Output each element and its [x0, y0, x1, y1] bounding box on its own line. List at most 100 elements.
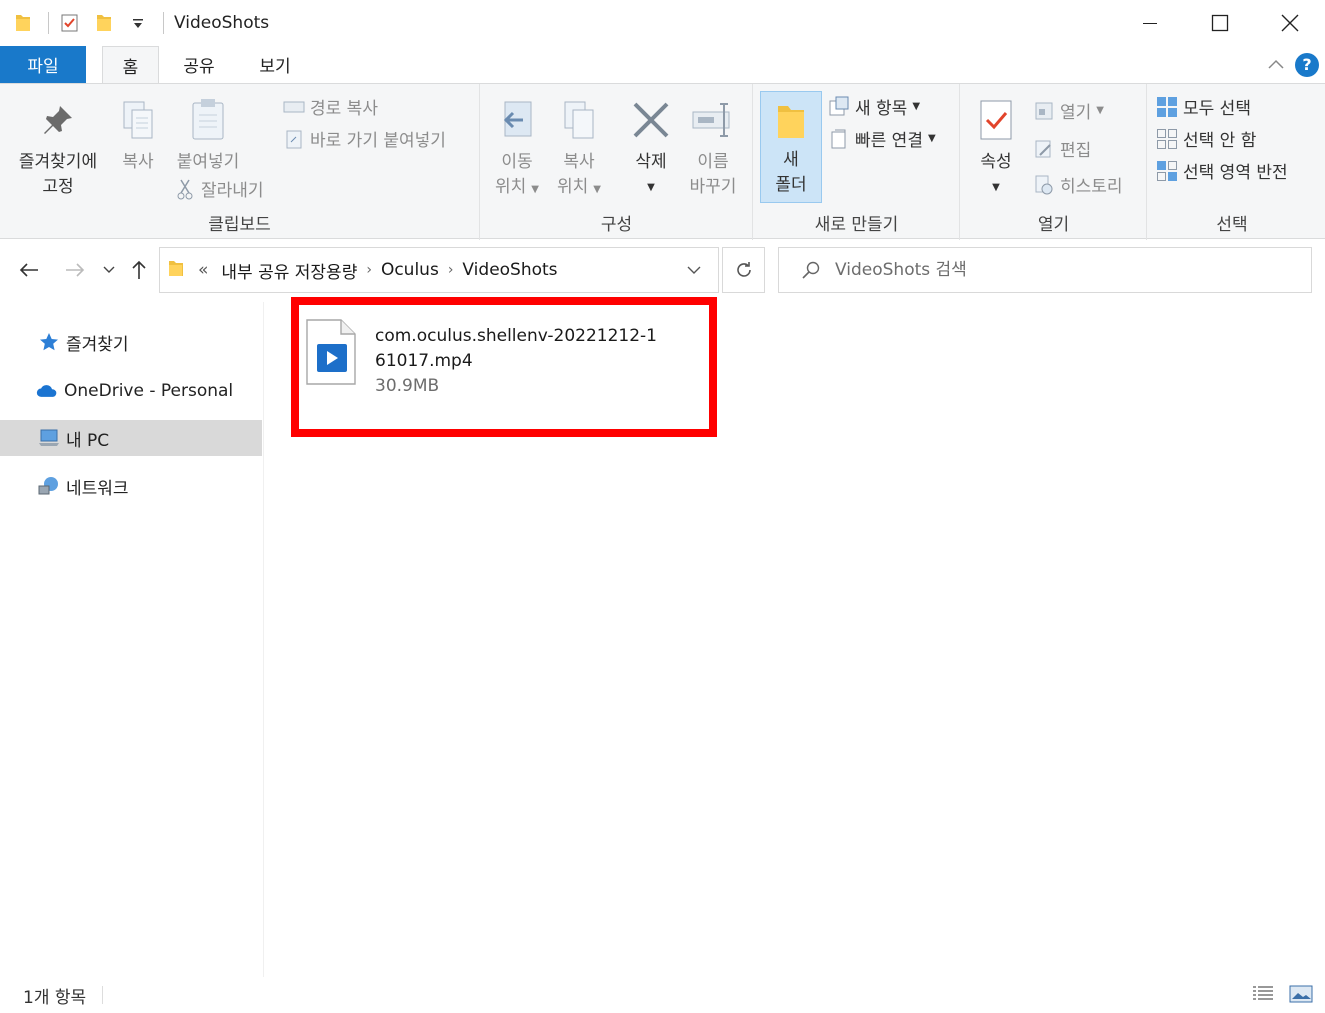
clipboard-group: 즐겨찾기에 고정 복사 붙여넣기 경로 복사 바로 가기 붙여넣기 잘라내기 클… [0, 84, 480, 240]
ribbon: 즐겨찾기에 고정 복사 붙여넣기 경로 복사 바로 가기 붙여넣기 잘라내기 클… [0, 83, 1325, 240]
tab-file[interactable]: 파일 [0, 46, 86, 83]
divider [102, 986, 104, 1004]
paste-shortcut-button[interactable]: 바로 가기 붙여넣기 [283, 126, 446, 151]
delete-label: 삭제 [635, 152, 667, 172]
organize-group-label: 구성 [600, 215, 633, 235]
copy-button[interactable]: 복사 [112, 96, 164, 175]
cut-label: 잘라내기 [201, 181, 264, 201]
easy-access-button[interactable]: 빠른 연결 ▼ [828, 126, 936, 151]
move-to-icon [493, 96, 541, 144]
invert-selection-icon [1156, 160, 1178, 182]
chevron-down-icon [687, 266, 701, 274]
large-icons-view-icon[interactable] [1289, 983, 1313, 1005]
paste-shortcut-label: 바로 가기 붙여넣기 [310, 131, 446, 151]
pin-to-quick-access-button[interactable]: 즐겨찾기에 고정 [10, 96, 106, 200]
properties-label: 속성 [980, 152, 1012, 172]
pin-label-line1: 즐겨찾기에 [18, 152, 98, 172]
breadcrumb-oculus[interactable]: Oculus [381, 260, 439, 280]
item-count: 1개 항목 [23, 987, 87, 1008]
sidebar-item-quick-access[interactable]: 즐겨찾기 [0, 324, 262, 360]
dropdown-arrow-icon: ▼ [927, 133, 936, 144]
copy-path-icon [283, 96, 305, 118]
recent-locations-button[interactable] [96, 252, 122, 288]
sidebar-item-this-pc[interactable]: 내 PC [0, 420, 262, 456]
new-folder-label-line1: 새 [783, 150, 799, 170]
sidebar-item-label: 즐겨찾기 [66, 334, 129, 355]
easy-access-icon [828, 128, 850, 150]
sidebar-item-label: 네트워크 [66, 478, 129, 499]
tab-view[interactable]: 보기 [237, 46, 313, 83]
properties-button[interactable]: 속성 ▼ [967, 96, 1025, 200]
sidebar-item-onedrive[interactable]: OneDrive - Personal [0, 373, 262, 409]
title-bar: VideoShots [0, 0, 1325, 46]
open-group-label: 열기 [1037, 215, 1070, 235]
move-to-button[interactable]: 이동 위치 ▼ [489, 96, 545, 202]
search-input[interactable] [835, 260, 1285, 280]
computer-icon [38, 427, 60, 449]
search-box[interactable] [778, 247, 1312, 293]
customize-dropdown-icon[interactable] [127, 12, 149, 34]
open-button[interactable]: 열기 ▼ [1033, 98, 1104, 123]
rename-label-line1: 이름 [697, 152, 729, 172]
refresh-button[interactable] [722, 247, 765, 293]
invert-selection-label: 선택 영역 반전 [1183, 163, 1288, 183]
invert-selection-button[interactable]: 선택 영역 반전 [1156, 158, 1288, 183]
tab-share[interactable]: 공유 [161, 46, 237, 83]
rename-label-line2: 바꾸기 [689, 177, 737, 197]
maximize-button[interactable] [1185, 0, 1255, 46]
up-button[interactable] [124, 252, 154, 288]
folder-icon [12, 12, 34, 34]
new-folder-icon [761, 92, 821, 148]
new-folder-button[interactable]: 새 폴더 [760, 91, 822, 203]
select-group: 모두 선택 선택 안 함 선택 영역 반전 선택 [1148, 84, 1316, 240]
new-item-label: 새 항목 [855, 99, 908, 119]
chevron-right-icon[interactable]: › [448, 262, 454, 278]
back-button[interactable] [14, 252, 44, 288]
select-all-button[interactable]: 모두 선택 [1156, 94, 1251, 119]
edit-icon [1033, 138, 1055, 160]
breadcrumb-internal-storage[interactable]: 내부 공유 저장용량 [221, 258, 357, 283]
tab-home[interactable]: 홈 [102, 46, 159, 83]
edit-label: 편집 [1060, 141, 1092, 161]
history-button[interactable]: 히스토리 [1033, 172, 1123, 197]
navigation-bar: « 내부 공유 저장용량 › Oculus › VideoShots [0, 240, 1325, 302]
help-icon[interactable]: ? [1295, 52, 1319, 77]
divider [163, 12, 164, 34]
open-group: 속성 ▼ 열기 ▼ 편집 히스토리 열기 [961, 84, 1147, 240]
delete-button[interactable]: 삭제 ▼ [621, 96, 681, 200]
cut-button[interactable]: 잘라내기 [174, 176, 264, 201]
rename-button[interactable]: 이름 바꾸기 [681, 96, 745, 200]
forward-arrow-icon [66, 263, 85, 277]
history-label: 히스토리 [1060, 177, 1123, 197]
move-to-label-line2: 위치 ▼ [495, 177, 539, 197]
paste-clipboard-icon [184, 96, 232, 144]
breadcrumb-overflow[interactable]: « [198, 260, 208, 280]
address-bar[interactable]: « 내부 공유 저장용량 › Oculus › VideoShots [159, 247, 719, 293]
properties-checkmark-icon[interactable] [59, 12, 81, 34]
edit-button[interactable]: 편집 [1033, 136, 1091, 161]
new-folder-icon[interactable] [93, 12, 115, 34]
copy-path-label: 경로 복사 [310, 99, 378, 119]
sidebar-item-network[interactable]: 네트워크 [0, 468, 262, 504]
delete-dropdown-arrow-icon: ▼ [647, 182, 655, 193]
details-view-icon[interactable] [1251, 983, 1275, 1005]
copy-to-button[interactable]: 복사 위치 ▼ [551, 96, 607, 202]
search-icon [802, 261, 820, 279]
new-item-button[interactable]: 새 항목 ▼ [828, 94, 920, 119]
breadcrumb-videoshots[interactable]: VideoShots [462, 260, 557, 280]
paste-button[interactable]: 붙여넣기 [170, 96, 246, 175]
copy-icon [114, 96, 162, 144]
forward-button[interactable] [60, 252, 90, 288]
dropdown-arrow-icon: ▼ [912, 101, 921, 112]
copy-path-button[interactable]: 경로 복사 [283, 94, 378, 119]
chevron-right-icon[interactable]: › [366, 262, 372, 278]
close-button[interactable] [1255, 0, 1325, 46]
status-bar: 1개 항목 [0, 977, 1325, 1013]
address-history-dropdown[interactable] [676, 247, 712, 293]
minimize-button[interactable] [1115, 0, 1185, 46]
select-all-icon [1156, 96, 1178, 118]
collapse-ribbon-chevron-icon[interactable] [1267, 55, 1285, 74]
new-item-icon [828, 96, 850, 118]
select-none-button[interactable]: 선택 안 함 [1156, 126, 1256, 151]
select-group-label: 선택 [1216, 215, 1248, 235]
